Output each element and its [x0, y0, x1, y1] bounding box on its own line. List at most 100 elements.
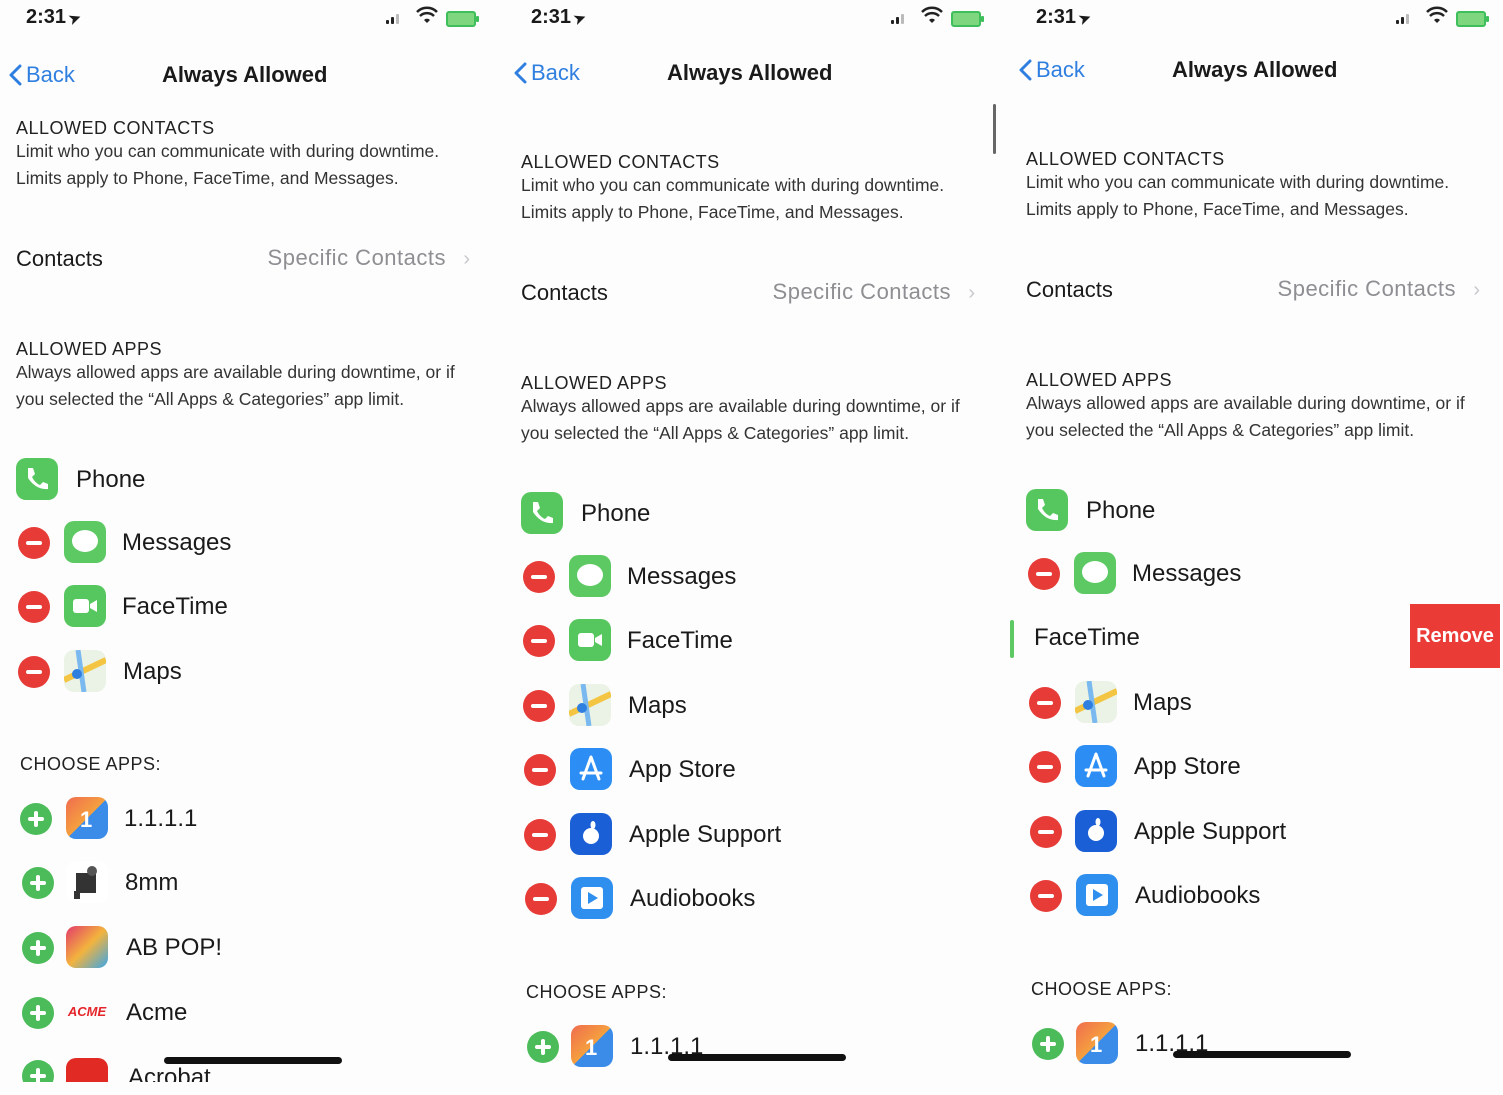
contacts-row[interactable]: Contacts Specific Contacts ›: [16, 238, 476, 278]
allowed-contacts-description: Limit who you can communicate with durin…: [1026, 172, 1450, 219]
app-label: Messages: [1132, 560, 1242, 587]
app-store-app-icon: [1075, 745, 1117, 787]
back-button[interactable]: Back: [513, 60, 580, 86]
contacts-label: Contacts: [1026, 277, 1113, 302]
add-app-button[interactable]: [22, 1060, 54, 1082]
app-row-app-store: App Store: [1026, 743, 1496, 791]
back-button[interactable]: Back: [1018, 57, 1085, 83]
battery-charging-icon: [951, 11, 984, 27]
add-app-button[interactable]: [20, 803, 52, 835]
apple-support-app-icon: [570, 813, 612, 855]
remove-app-button[interactable]: [1030, 816, 1062, 848]
allowed-contacts-header: ALLOWED CONTACTS: [16, 118, 215, 138]
contacts-label: Contacts: [16, 246, 103, 271]
app-label: Audiobooks: [1135, 882, 1261, 909]
wifi-icon: [1426, 6, 1448, 23]
facetime-app-icon: [64, 585, 106, 627]
svg-text:1: 1: [585, 1035, 597, 1060]
screen-panel-2: 2:31➤ Back Always Allowed ALLOWED CONTAC…: [505, 0, 1005, 1095]
svg-text:1: 1: [1090, 1032, 1102, 1057]
phone-app-icon: [521, 492, 563, 534]
remove-button[interactable]: Remove: [1410, 604, 1500, 668]
add-app-button[interactable]: [527, 1031, 559, 1063]
remove-app-button[interactable]: [18, 591, 50, 623]
back-label: Back: [26, 62, 75, 87]
phone-app-icon: [16, 458, 58, 500]
svg-text:1: 1: [80, 807, 92, 832]
contacts-value: Specific Contacts: [267, 245, 446, 270]
home-indicator[interactable]: [164, 1057, 342, 1064]
location-arrow-icon: ➤: [571, 8, 588, 28]
status-time: 2:31➤: [1036, 6, 1093, 28]
allowed-apps-description: Always allowed apps are available during…: [1026, 393, 1465, 440]
acme-app-icon: ACME: [67, 1004, 107, 1019]
remove-app-button[interactable]: [523, 561, 555, 593]
chevron-left-icon: [9, 64, 22, 86]
chevron-left-icon: [1019, 59, 1032, 81]
remove-app-button[interactable]: [1030, 880, 1062, 912]
location-arrow-icon: ➤: [66, 8, 83, 28]
add-app-button[interactable]: [22, 932, 54, 964]
app-label: Phone: [581, 500, 651, 527]
remove-app-button[interactable]: [524, 819, 556, 851]
app-row-messages: Messages: [521, 553, 991, 601]
remove-app-button[interactable]: [1029, 751, 1061, 783]
app-label: FaceTime: [1034, 624, 1140, 651]
choose-apps-header: CHOOSE APPS:: [526, 982, 668, 1002]
home-indicator[interactable]: [668, 1054, 846, 1061]
app-row-1111: 1 1.1.1.1: [521, 1023, 991, 1071]
status-bar: 2:31➤: [1010, 4, 1490, 30]
app-row-facetime-swiped[interactable]: FaceTime: [1034, 614, 1404, 662]
remove-app-button[interactable]: [523, 625, 555, 657]
page-title: Always Allowed: [162, 62, 328, 87]
back-button[interactable]: Back: [8, 62, 75, 88]
contacts-row[interactable]: Contacts Specific Contacts ›: [1026, 269, 1486, 309]
remove-app-button[interactable]: [525, 883, 557, 915]
8mm-camera-app-icon: [66, 861, 108, 903]
app-label: Maps: [123, 658, 182, 685]
maps-app-icon: [1075, 681, 1117, 723]
allowed-contacts-description: Limit who you can communicate with durin…: [521, 175, 945, 222]
maps-app-icon: [569, 684, 611, 726]
remove-app-button[interactable]: [523, 690, 555, 722]
allowed-apps-header: ALLOWED APPS: [1026, 370, 1173, 390]
app-label: AB POP!: [126, 934, 223, 961]
scroll-indicator[interactable]: [993, 104, 996, 154]
add-app-button[interactable]: [22, 997, 54, 1029]
app-row-audiobooks: Audiobooks: [521, 875, 991, 923]
app-label: Audiobooks: [630, 885, 756, 912]
app-store-app-icon: [570, 748, 612, 790]
remove-app-button[interactable]: [1029, 687, 1061, 719]
home-indicator[interactable]: [1173, 1051, 1351, 1058]
chevron-right-icon: ›: [968, 282, 975, 304]
app-label: Acme: [126, 999, 188, 1026]
contacts-row[interactable]: Contacts Specific Contacts ›: [521, 272, 981, 312]
app-label: App Store: [1134, 753, 1241, 780]
app-row-facetime: FaceTime: [521, 617, 991, 665]
choose-apps-header: CHOOSE APPS:: [1031, 979, 1173, 999]
cellular-signal-icon: [1396, 12, 1410, 24]
contacts-label: Contacts: [521, 280, 608, 305]
page-title: Always Allowed: [1172, 57, 1338, 82]
remove-app-button[interactable]: [18, 656, 50, 688]
status-time: 2:31➤: [531, 6, 588, 28]
allowed-apps-header: ALLOWED APPS: [521, 373, 668, 393]
cloudflare-1111-app-icon: 1: [66, 797, 108, 839]
remove-app-button[interactable]: [524, 754, 556, 786]
app-label: Phone: [1086, 497, 1156, 524]
app-label: 1.1.1.1: [124, 805, 198, 832]
cellular-signal-icon: [386, 12, 400, 24]
add-app-button[interactable]: [22, 867, 54, 899]
add-app-button[interactable]: [1032, 1028, 1064, 1060]
acrobat-app-icon: [66, 1058, 108, 1082]
app-label: FaceTime: [122, 593, 228, 620]
remove-app-button[interactable]: [18, 527, 50, 559]
messages-app-icon: [1074, 552, 1116, 594]
location-arrow-icon: ➤: [1076, 8, 1093, 28]
swiped-row-edge: [1010, 620, 1014, 658]
cloudflare-1111-app-icon: 1: [571, 1025, 613, 1067]
navigation-bar: Back Always Allowed: [505, 54, 985, 94]
remove-app-button[interactable]: [1028, 558, 1060, 590]
ab-pop-app-icon: [66, 926, 108, 968]
app-row-8mm: 8mm: [16, 859, 486, 907]
